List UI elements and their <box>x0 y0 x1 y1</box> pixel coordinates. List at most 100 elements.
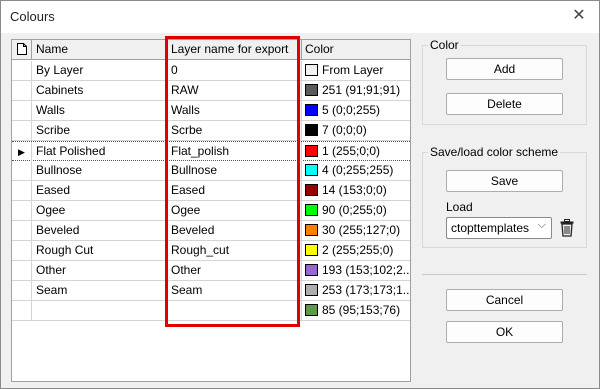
name-cell[interactable]: Bullnose <box>32 161 167 181</box>
color-swatch <box>305 264 318 276</box>
color-cell[interactable]: 5 (0;0;255) <box>302 101 410 121</box>
table-row[interactable]: Rough Cut Rough_cut 2 (255;255;0) <box>12 241 410 261</box>
new-row-icon <box>12 40 32 60</box>
row-selector <box>12 81 32 101</box>
name-cell[interactable]: Scribe <box>32 121 167 141</box>
save-button[interactable]: Save <box>446 170 563 192</box>
name-cell[interactable]: Other <box>32 261 167 281</box>
name-cell[interactable]: Ogee <box>32 201 167 221</box>
row-selector <box>12 281 32 301</box>
color-cell[interactable]: 30 (255;127;0) <box>302 221 410 241</box>
export-name-cell[interactable]: Bullnose <box>167 161 302 181</box>
export-name-cell[interactable]: Rough_cut <box>167 241 302 261</box>
grid-header: Name Layer name for export Color <box>12 40 410 60</box>
color-swatch <box>305 164 318 176</box>
table-row[interactable]: Cabinets RAW 251 (91;91;91) <box>12 81 410 101</box>
color-swatch <box>305 124 318 136</box>
add-button[interactable]: Add <box>446 58 563 80</box>
colours-dialog: Colours ✕ Name Layer name for export Col… <box>0 0 600 389</box>
color-cell[interactable]: From Layer <box>302 61 410 81</box>
column-header-name[interactable]: Name <box>32 40 167 60</box>
name-cell[interactable]: Flat Polished <box>32 142 167 162</box>
color-label: From Layer <box>322 63 384 77</box>
color-cell[interactable]: 251 (91;91;91) <box>302 81 410 101</box>
table-row[interactable]: Walls Walls 5 (0;0;255) <box>12 101 410 121</box>
color-cell[interactable]: 2 (255;255;0) <box>302 241 410 261</box>
color-cell[interactable]: 85 (95;153;76) <box>302 301 410 321</box>
export-name-cell[interactable]: Seam <box>167 281 302 301</box>
export-name-cell[interactable]: Beveled <box>167 221 302 241</box>
name-cell[interactable]: Cabinets <box>32 81 167 101</box>
color-swatch <box>305 145 318 157</box>
current-row-arrow-icon: ▶ <box>12 142 32 162</box>
name-cell[interactable]: Walls <box>32 101 167 121</box>
color-cell[interactable]: 1 (255;0;0) <box>302 142 410 162</box>
column-header-export[interactable]: Layer name for export <box>167 40 302 60</box>
color-cell[interactable]: 7 (0;0;0) <box>302 121 410 141</box>
cancel-button[interactable]: Cancel <box>446 289 563 311</box>
export-name-cell[interactable]: Flat_polish <box>167 142 302 162</box>
table-row[interactable]: By Layer 0 From Layer <box>12 61 410 81</box>
name-cell[interactable]: Rough Cut <box>32 241 167 261</box>
color-cell[interactable]: 4 (0;255;255) <box>302 161 410 181</box>
color-swatch <box>305 304 318 316</box>
color-swatch <box>305 224 318 236</box>
color-label: 251 (91;91;91) <box>322 83 401 97</box>
name-cell[interactable]: By Layer <box>32 61 167 81</box>
color-swatch <box>305 284 318 296</box>
export-name-cell[interactable] <box>167 301 302 321</box>
color-label: 90 (0;255;0) <box>322 203 387 217</box>
name-cell[interactable] <box>32 301 167 321</box>
color-label: 4 (0;255;255) <box>322 163 394 177</box>
row-selector <box>12 101 32 121</box>
color-swatch <box>305 184 318 196</box>
separator <box>422 274 587 275</box>
table-row[interactable]: Ogee Ogee 90 (0;255;0) <box>12 201 410 221</box>
color-swatch <box>305 84 318 96</box>
color-label: 30 (255;127;0) <box>322 223 401 237</box>
row-selector <box>12 201 32 221</box>
color-label: 253 (173;173;1... <box>322 283 410 297</box>
table-row[interactable]: 85 (95;153;76) <box>12 301 410 321</box>
table-row[interactable]: Seam Seam 253 (173;173;1... <box>12 281 410 301</box>
color-cell[interactable]: 90 (0;255;0) <box>302 201 410 221</box>
table-row[interactable]: Other Other 193 (153;102;2... <box>12 261 410 281</box>
export-name-cell[interactable]: RAW <box>167 81 302 101</box>
chevron-down-icon: ⌵ <box>537 219 546 231</box>
color-swatch <box>305 104 318 116</box>
color-label: 85 (95;153;76) <box>322 303 401 317</box>
export-name-cell[interactable]: Other <box>167 261 302 281</box>
table-row[interactable]: Eased Eased 14 (153;0;0) <box>12 181 410 201</box>
row-selector <box>12 261 32 281</box>
name-cell[interactable]: Eased <box>32 181 167 201</box>
color-cell[interactable]: 253 (173;173;1... <box>302 281 410 301</box>
color-label: 1 (255;0;0) <box>322 144 381 158</box>
color-cell[interactable]: 193 (153;102;2... <box>302 261 410 281</box>
ok-button[interactable]: OK <box>446 321 563 343</box>
export-name-cell[interactable]: Scrbe <box>167 121 302 141</box>
column-header-color[interactable]: Color <box>302 40 410 60</box>
color-label: 193 (153;102;2... <box>322 263 410 277</box>
row-selector <box>12 301 32 321</box>
color-label: 7 (0;0;0) <box>322 123 367 137</box>
name-cell[interactable]: Seam <box>32 281 167 301</box>
color-group-label: Color <box>428 38 461 52</box>
export-name-cell[interactable]: Eased <box>167 181 302 201</box>
export-name-cell[interactable]: Walls <box>167 101 302 121</box>
name-cell[interactable]: Beveled <box>32 221 167 241</box>
export-name-cell[interactable]: Ogee <box>167 201 302 221</box>
table-row[interactable]: Scribe Scrbe 7 (0;0;0) <box>12 121 410 141</box>
color-swatch <box>305 244 318 256</box>
load-select-value: ctopttemplates <box>451 221 530 235</box>
table-row[interactable]: Bullnose Bullnose 4 (0;255;255) <box>12 161 410 181</box>
color-cell[interactable]: 14 (153;0;0) <box>302 181 410 201</box>
close-icon[interactable]: ✕ <box>567 5 591 29</box>
colour-grid[interactable]: Name Layer name for export Color By Laye… <box>11 39 411 382</box>
export-name-cell[interactable]: 0 <box>167 61 302 81</box>
delete-button[interactable]: Delete <box>446 93 563 115</box>
load-select[interactable]: ctopttemplates ⌵ <box>446 217 552 239</box>
trash-icon[interactable] <box>557 217 577 239</box>
table-row[interactable]: Beveled Beveled 30 (255;127;0) <box>12 221 410 241</box>
table-row[interactable]: ▶ Flat Polished Flat_polish 1 (255;0;0) <box>12 141 410 162</box>
color-swatch <box>305 64 318 76</box>
